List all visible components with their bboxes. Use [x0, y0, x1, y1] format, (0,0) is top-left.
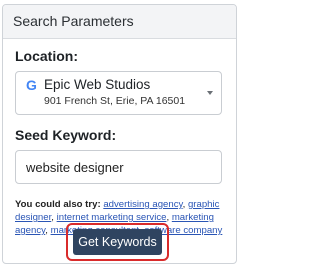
panel-body: Location: G Epic Web Studios 901 French … [3, 39, 236, 237]
seed-keyword-label: Seed Keyword: [15, 127, 117, 143]
suggestions-lead: You could also try: [15, 199, 101, 210]
suggestion-link[interactable]: internet marketing service [57, 212, 167, 223]
location-address: 901 French St, Erie, PA 16501 [44, 95, 186, 107]
button-highlight: Get Keywords [66, 223, 169, 261]
location-row: G Epic Web Studios [26, 77, 221, 93]
panel-title: Search Parameters [3, 5, 236, 39]
get-keywords-button[interactable]: Get Keywords [73, 229, 162, 255]
google-g-icon: G [26, 77, 37, 93]
chevron-down-icon[interactable] [207, 91, 213, 95]
search-parameters-panel: Search Parameters Location: G Epic Web S… [2, 4, 237, 264]
location-name: Epic Web Studios [44, 77, 151, 92]
location-select[interactable]: G Epic Web Studios 901 French St, Erie, … [15, 71, 222, 115]
seed-keyword-input[interactable] [15, 150, 222, 184]
suggestion-link[interactable]: advertising agency [103, 199, 182, 210]
location-label: Location: [15, 48, 78, 64]
